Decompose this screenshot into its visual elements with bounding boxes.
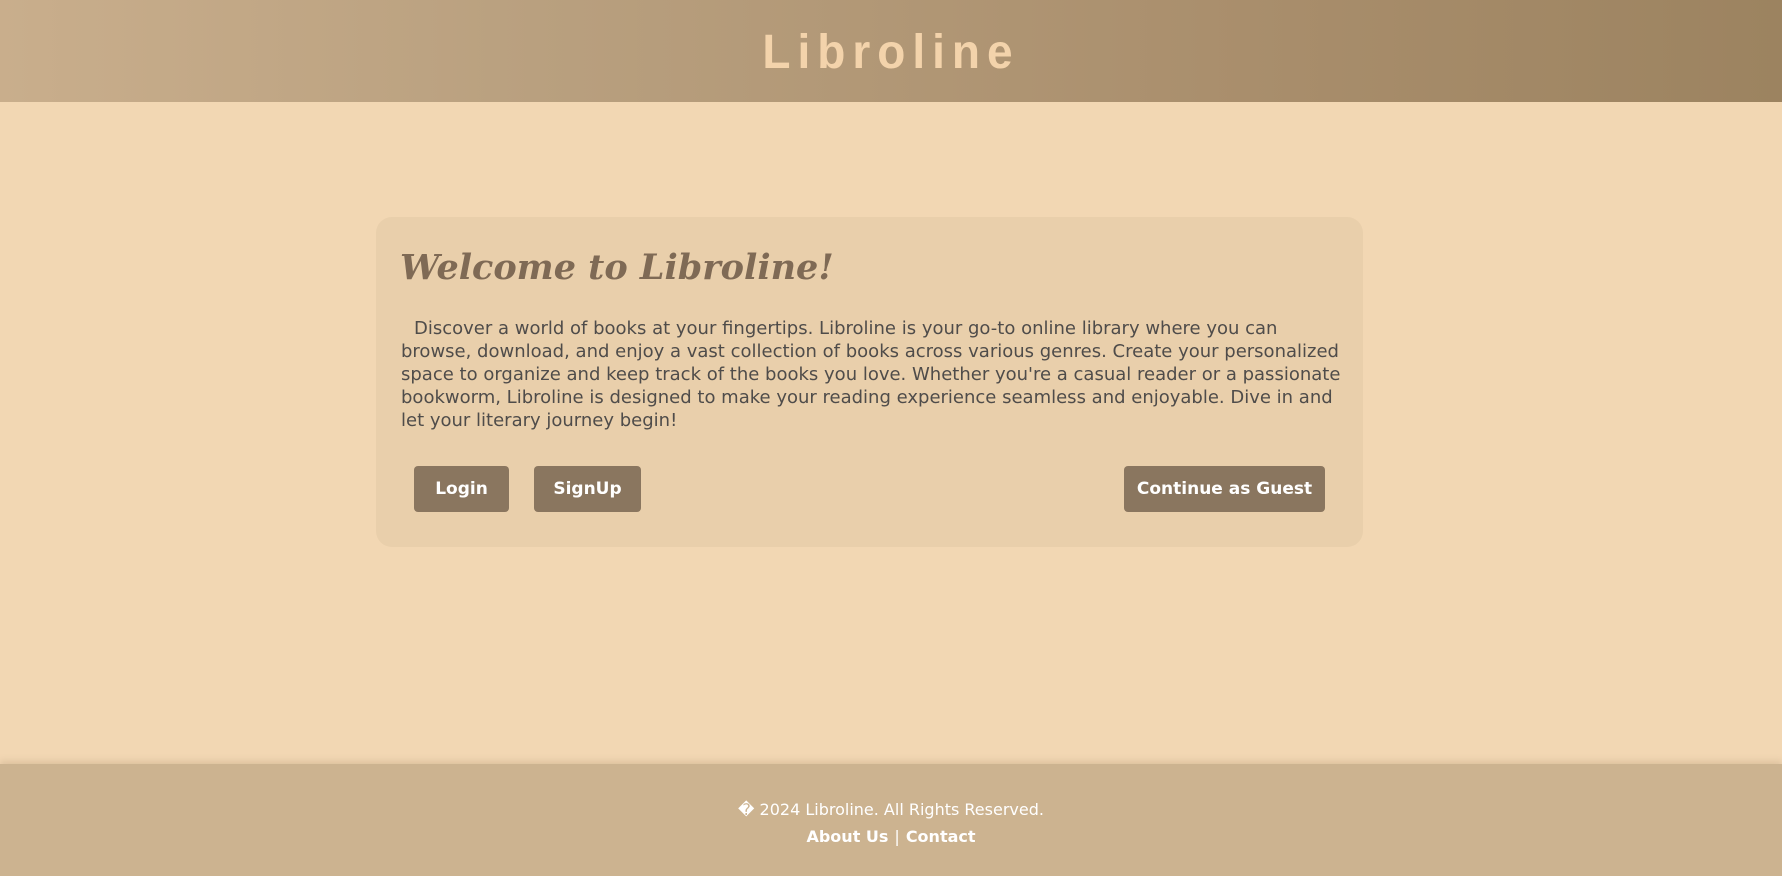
footer-links: About Us | Contact bbox=[0, 827, 1782, 846]
about-us-link[interactable]: About Us bbox=[806, 827, 888, 846]
login-button[interactable]: Login bbox=[414, 466, 509, 512]
signup-button[interactable]: SignUp bbox=[534, 466, 641, 512]
contact-link[interactable]: Contact bbox=[906, 827, 976, 846]
site-footer: � 2024 Libroline. All Rights Reserved. A… bbox=[0, 764, 1782, 876]
main-content: Welcome to Libroline! Discover a world o… bbox=[0, 102, 1782, 764]
site-logo: Libroline bbox=[762, 23, 1020, 79]
site-header: Libroline bbox=[0, 0, 1782, 102]
welcome-card: Welcome to Libroline! Discover a world o… bbox=[376, 217, 1363, 547]
continue-as-guest-button[interactable]: Continue as Guest bbox=[1124, 466, 1325, 512]
welcome-description: Discover a world of books at your finger… bbox=[401, 318, 1341, 431]
footer-link-separator: | bbox=[894, 827, 900, 846]
copyright-text: � 2024 Libroline. All Rights Reserved. bbox=[738, 800, 1044, 819]
welcome-title: Welcome to Libroline! bbox=[400, 247, 834, 288]
